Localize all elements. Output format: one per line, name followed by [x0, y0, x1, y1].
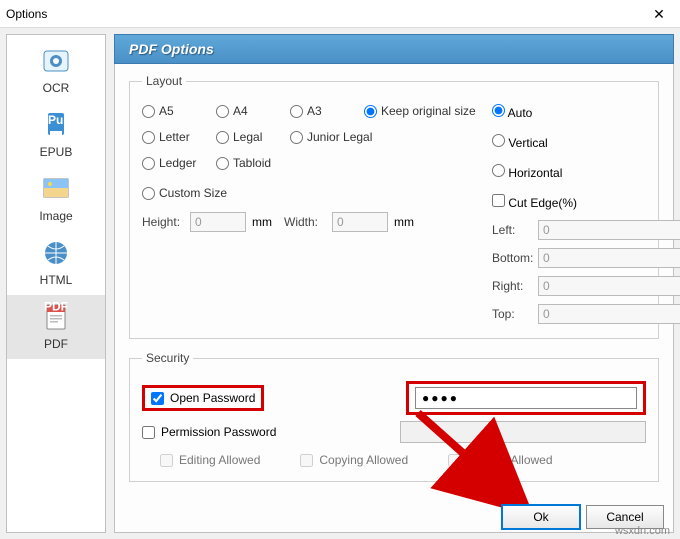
unit-mm: mm — [252, 215, 272, 229]
top-label: Top: — [492, 307, 538, 321]
radio-a4[interactable]: A4 — [216, 104, 276, 118]
bottom-label: Bottom: — [492, 251, 538, 265]
open-password-field-highlight — [406, 381, 646, 415]
sidebar-item-epub[interactable]: ePub EPUB — [7, 103, 105, 167]
sidebar-item-ocr[interactable]: OCR — [7, 39, 105, 103]
sidebar-item-label: HTML — [7, 273, 105, 287]
sidebar-item-pdf[interactable]: PDF PDF — [7, 295, 105, 359]
checkbox-printing-allowed[interactable]: Printing Allowed — [448, 453, 552, 467]
checkbox-copying-allowed[interactable]: Copying Allowed — [300, 453, 408, 467]
main-panel: PDF Options Layout A5 A4 A3 Keep origina… — [106, 28, 680, 539]
checkbox-permission-password[interactable]: Permission Password — [142, 425, 342, 439]
image-icon — [40, 173, 72, 205]
window-body: OCR ePub EPUB Image HTML PDF PDF — [0, 28, 680, 539]
layout-legend: Layout — [142, 74, 186, 88]
permission-password-input[interactable] — [400, 421, 646, 443]
checkbox-editing-allowed[interactable]: Editing Allowed — [160, 453, 260, 467]
checkbox-cutedge[interactable]: Cut Edge(%) — [492, 194, 577, 210]
radio-a5[interactable]: A5 — [142, 104, 202, 118]
panel-content: Layout A5 A4 A3 Keep original size Lette… — [114, 64, 674, 533]
svg-text:ePub: ePub — [41, 113, 70, 127]
sidebar-item-label: OCR — [7, 81, 105, 95]
security-fieldset: Security Open Password Permission Passwo… — [129, 351, 659, 482]
radio-tabloid[interactable]: Tabloid — [216, 156, 276, 170]
sidebar-item-html[interactable]: HTML — [7, 231, 105, 295]
layout-fieldset: Layout A5 A4 A3 Keep original size Lette… — [129, 74, 659, 339]
radio-a3[interactable]: A3 — [290, 104, 350, 118]
checkbox-open-password[interactable]: Open Password — [151, 391, 255, 405]
close-icon[interactable]: ✕ — [644, 0, 674, 28]
right-input[interactable] — [538, 276, 680, 296]
sidebar-item-label: EPUB — [7, 145, 105, 159]
radio-horizontal[interactable]: Horizontal — [492, 164, 562, 180]
security-legend: Security — [142, 351, 193, 365]
epub-icon: ePub — [40, 109, 72, 141]
sidebar: OCR ePub EPUB Image HTML PDF PDF — [6, 34, 106, 533]
unit-mm: mm — [394, 215, 414, 229]
open-password-input[interactable] — [415, 387, 637, 409]
titlebar: Options ✕ — [0, 0, 680, 28]
radio-legal[interactable]: Legal — [216, 130, 276, 144]
watermark-text: wsxdn.com — [615, 525, 670, 537]
panel-header: PDF Options — [114, 34, 674, 64]
radio-keep-original[interactable]: Keep original size — [364, 104, 476, 118]
open-password-highlight: Open Password — [142, 385, 264, 411]
right-label: Right: — [492, 279, 538, 293]
radio-junior-legal[interactable]: Junior Legal — [290, 130, 380, 144]
sidebar-item-image[interactable]: Image — [7, 167, 105, 231]
html-icon — [40, 237, 72, 269]
radio-letter[interactable]: Letter — [142, 130, 202, 144]
width-label: Width: — [284, 215, 326, 229]
svg-text:PDF: PDF — [44, 301, 68, 314]
window-title: Options — [6, 0, 47, 28]
sidebar-item-label: Image — [7, 209, 105, 223]
radio-ledger[interactable]: Ledger — [142, 156, 202, 170]
width-input[interactable] — [332, 212, 388, 232]
ok-button[interactable]: Ok — [502, 505, 580, 529]
left-label: Left: — [492, 223, 538, 237]
left-input[interactable] — [538, 220, 680, 240]
radio-custom-size[interactable]: Custom Size — [142, 186, 227, 200]
pdf-icon: PDF — [40, 301, 72, 333]
ocr-icon — [40, 45, 72, 77]
height-label: Height: — [142, 215, 184, 229]
height-input[interactable] — [190, 212, 246, 232]
sidebar-item-label: PDF — [7, 337, 105, 351]
top-input[interactable] — [538, 304, 680, 324]
bottom-input[interactable] — [538, 248, 680, 268]
radio-auto[interactable]: Auto — [492, 104, 532, 120]
radio-vertical[interactable]: Vertical — [492, 134, 548, 150]
